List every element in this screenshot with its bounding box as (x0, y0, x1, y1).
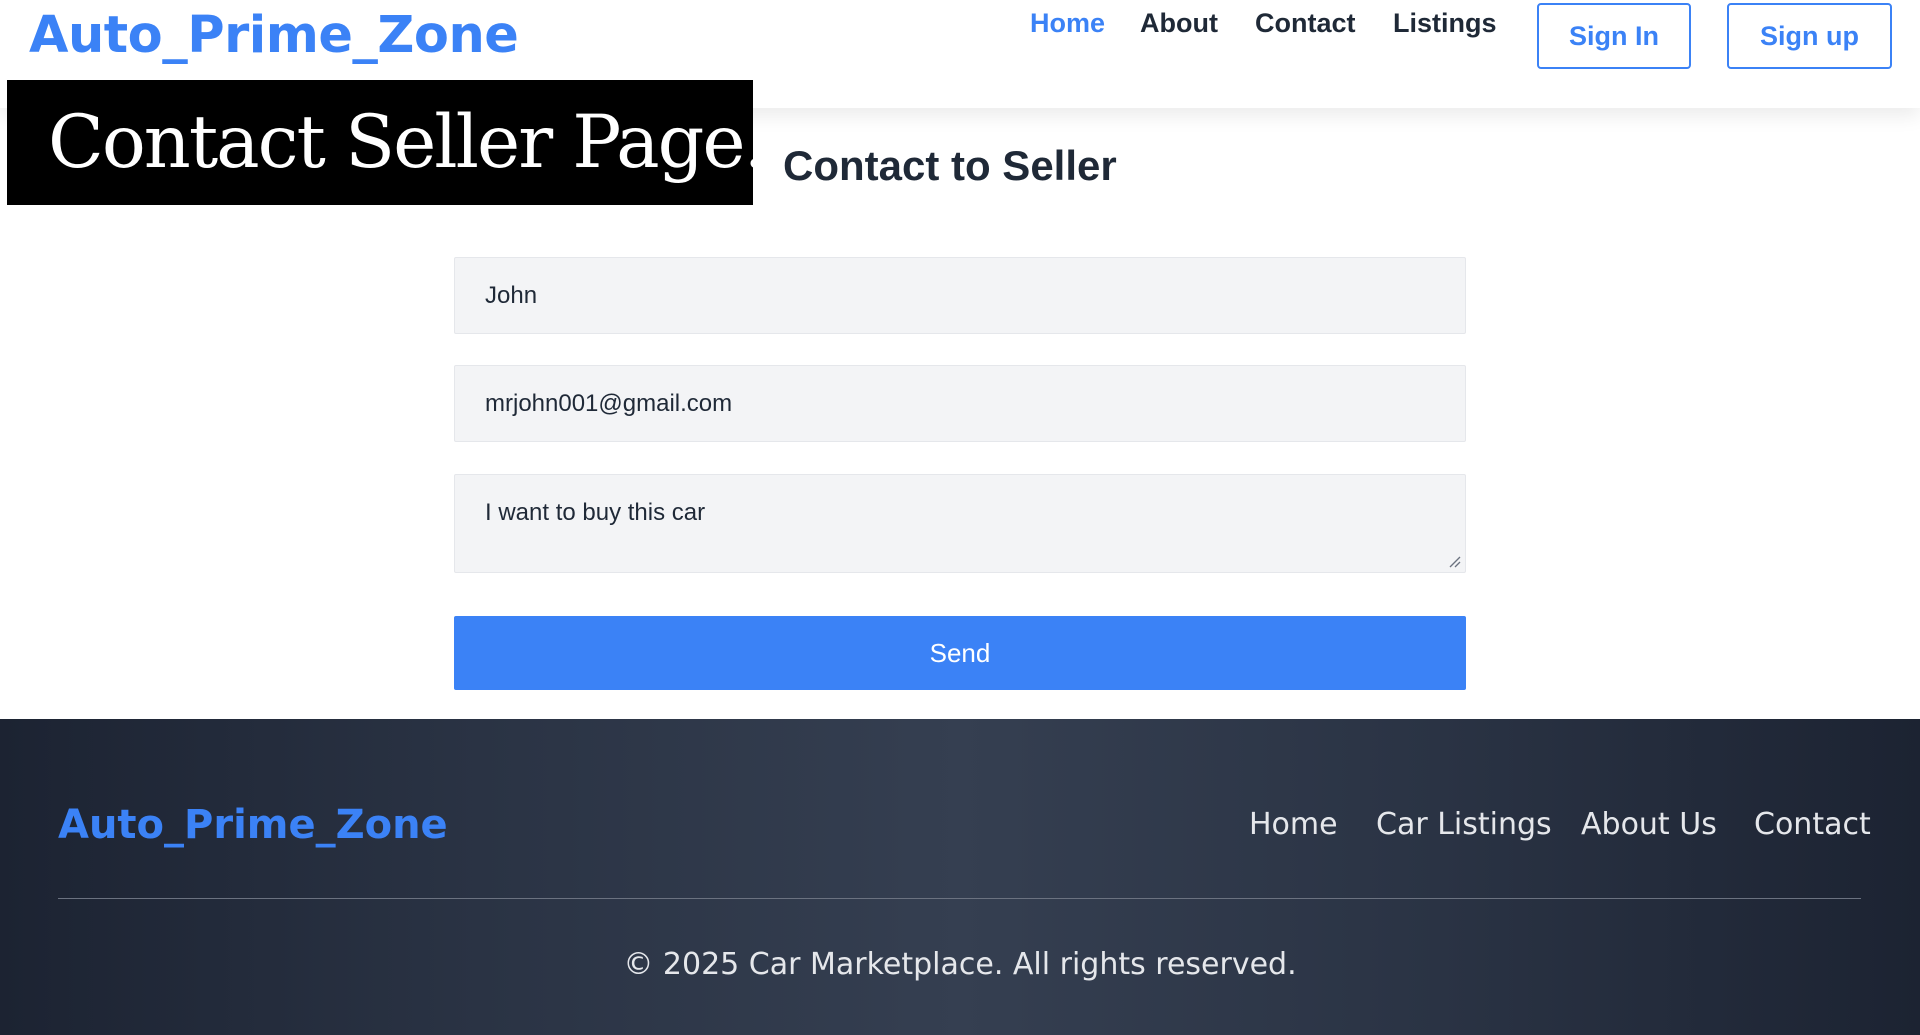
resize-handle-icon[interactable] (1447, 554, 1461, 568)
nav-about[interactable]: About (1140, 8, 1218, 39)
caption-banner: Contact Seller Page. (7, 80, 767, 205)
email-field-value: mrjohn001@gmail.com (485, 389, 733, 417)
sign-in-button[interactable]: Sign In (1537, 3, 1691, 69)
brand-logo[interactable]: Auto_Prime_Zone (29, 6, 519, 65)
footer-link-contact[interactable]: Contact (1754, 807, 1871, 842)
nav-home[interactable]: Home (1030, 8, 1105, 39)
send-button[interactable]: Send (454, 616, 1466, 690)
name-field-value: John (485, 281, 538, 309)
copyright-text: © 2025 Car Marketplace. All rights reser… (623, 947, 1297, 982)
site-footer: Auto_Prime_Zone Home Car Listings About … (0, 719, 1920, 1035)
footer-divider (58, 898, 1861, 899)
footer-link-car-listings[interactable]: Car Listings (1376, 807, 1552, 842)
name-field[interactable]: John (454, 257, 1466, 334)
nav-contact[interactable]: Contact (1255, 8, 1356, 39)
message-textarea-value: I want to buy this car (485, 499, 706, 526)
sign-up-button[interactable]: Sign up (1727, 3, 1892, 69)
footer-link-home[interactable]: Home (1249, 807, 1338, 842)
email-field[interactable]: mrjohn001@gmail.com (454, 365, 1466, 442)
footer-link-about-us[interactable]: About Us (1581, 807, 1717, 842)
footer-brand-logo[interactable]: Auto_Prime_Zone (58, 802, 448, 848)
message-textarea[interactable]: I want to buy this car (454, 474, 1466, 573)
nav-listings[interactable]: Listings (1393, 8, 1497, 39)
page-title: Contact to Seller (783, 142, 1117, 189)
